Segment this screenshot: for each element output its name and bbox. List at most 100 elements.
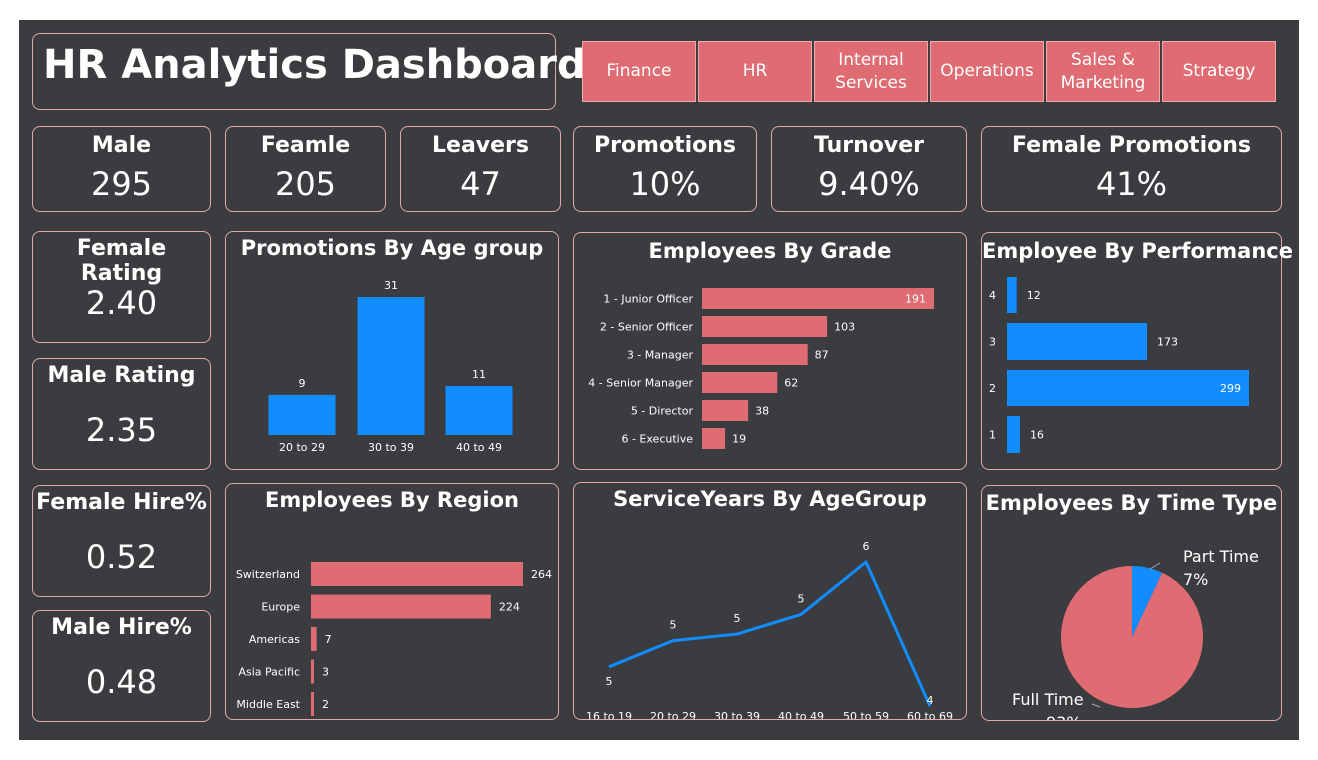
y-tick-label: 6 - Executive	[621, 433, 693, 446]
data-label: 7	[325, 633, 332, 646]
bar	[445, 386, 513, 435]
dept-button-internal-services[interactable]: Internal Services	[814, 41, 928, 102]
chart-card-promotions-by-age: Promotions By Age group 9 20 to 29 31 30 to…	[225, 231, 559, 470]
bar	[1007, 323, 1148, 360]
y-tick-label: 3 - Manager	[627, 349, 694, 362]
y-tick-label: Europe	[261, 601, 300, 614]
chart-card-time-type: Employees By Time Type Part Time 7% Full T…	[981, 485, 1282, 721]
y-tick-label: 4	[989, 289, 996, 302]
data-label: 264	[531, 568, 552, 581]
data-label: 5	[606, 675, 613, 688]
bar	[702, 400, 749, 421]
kpi-value: 9.40%	[818, 165, 920, 203]
kpi-value: 0.52	[85, 538, 158, 576]
dept-button-label: Finance	[606, 61, 672, 82]
bar	[311, 627, 317, 651]
dept-button-label: HR	[742, 61, 768, 82]
x-tick-label: 30 to 39	[368, 441, 414, 454]
kpi-value: 0.48	[85, 663, 158, 701]
kpi-label: Male Hire%	[51, 615, 192, 640]
dept-button-sales-marketing[interactable]: Sales & Marketing	[1046, 41, 1160, 102]
kpi-value: 2.35	[85, 411, 158, 449]
pie-value-label: 93%	[1046, 713, 1082, 720]
kpi-value: 47	[460, 165, 501, 203]
x-tick-label: 20 to 29	[279, 441, 325, 454]
kpi-value: 2.40	[85, 284, 158, 322]
chart-promotions-by-age: 9 20 to 29 31 30 to 39 11 40 to 49	[268, 279, 513, 454]
x-tick-label: 40 to 49	[778, 710, 824, 719]
leader-line	[1149, 562, 1161, 570]
page-title: HR Analytics Dashboard	[43, 42, 586, 88]
data-label: 6	[863, 540, 870, 553]
x-tick-label: 16 to 19	[586, 710, 632, 719]
chart-card-service-years: ServiceYears By AgeGroup 16 to 19 20 to 2…	[573, 482, 967, 720]
kpi-value: 41%	[1095, 165, 1168, 203]
bar	[1007, 370, 1249, 406]
data-label: 3	[322, 666, 329, 679]
chart-employee-by-performance: 4 12 3 173 2 299 1 16	[989, 277, 1249, 453]
dept-button-operations[interactable]: Operations	[930, 41, 1044, 102]
y-tick-label: 2 - Senior Officer	[600, 321, 694, 334]
data-label: 191	[905, 293, 926, 306]
pie-value-label: 7%	[1183, 570, 1208, 589]
dashboard-canvas: HR Analytics Dashboard Finance HR Intern…	[19, 20, 1299, 740]
dept-button-label: Internal Services	[835, 49, 907, 93]
kpi-label: Female Hire%	[36, 490, 207, 515]
bar	[357, 297, 425, 435]
dept-button-label: Strategy	[1182, 61, 1256, 82]
chart-service-years-by-agegroup: 16 to 19 20 to 29 30 to 39 40 to 49 50 to 59…	[586, 540, 953, 719]
dept-button-finance[interactable]: Finance	[582, 41, 696, 102]
data-label: 38	[755, 405, 769, 418]
data-label: 2	[322, 698, 329, 711]
kpi-card-promotions: Promotions 10%	[573, 126, 757, 212]
kpi-value: 205	[274, 165, 337, 203]
kpi-label: Turnover	[814, 133, 924, 158]
data-label: 31	[384, 279, 398, 292]
chart-card-employee-by-performance: Employee By Performance 4 12 3 173 2 299 1 16	[981, 232, 1293, 470]
kpi-label: Male	[91, 133, 152, 158]
chart-employees-by-region: Switzerland 264 Europe 224 Americas 7 Asia Pac…	[236, 562, 552, 716]
kpi-value: 295	[90, 165, 153, 203]
kpi-card-female-hire: Female Hire% 0.52	[32, 485, 211, 597]
bar	[702, 316, 828, 337]
data-label: 173	[1157, 336, 1178, 349]
data-label: 299	[1220, 382, 1241, 395]
y-tick-label: Asia Pacific	[238, 666, 300, 679]
data-label: 5	[734, 612, 741, 625]
kpi-card-male-hire: Male Hire% 0.48	[32, 610, 211, 722]
data-label: 5	[670, 619, 677, 632]
bar	[1007, 277, 1017, 313]
data-label: 11	[472, 368, 486, 381]
y-tick-label: Americas	[249, 633, 300, 646]
title-card: HR Analytics Dashboard	[32, 33, 586, 110]
data-label: 103	[834, 321, 855, 334]
chart-card-employees-by-grade: Employees By Grade 1 - Junior Officer 191…	[573, 232, 967, 470]
dept-button-strategy[interactable]: Strategy	[1162, 41, 1276, 102]
x-tick-label: 50 to 59	[843, 710, 889, 719]
bar	[268, 394, 336, 435]
bar	[702, 428, 726, 449]
kpi-label: Feamle	[260, 133, 351, 158]
x-tick-label: 20 to 29	[650, 710, 696, 719]
bar	[702, 288, 934, 309]
bar	[311, 594, 491, 619]
leader-line	[1091, 703, 1101, 708]
data-label: 4	[927, 694, 934, 707]
pie-slice	[1061, 566, 1203, 708]
bar	[311, 692, 314, 716]
chart-card-employees-by-region: Employees By Region Switzerland 264 Europe…	[225, 483, 559, 720]
kpi-label: Male Rating	[47, 363, 196, 388]
bar	[311, 562, 523, 586]
kpi-card-female-rating: Female Rating 2.40	[32, 231, 211, 343]
pie-label: Part Time	[1183, 547, 1259, 566]
chart-employees-by-grade: 1 - Junior Officer 191 2 - Senior Officer 1…	[588, 288, 934, 449]
kpi-card-leavers: Leavers 47	[400, 126, 561, 212]
data-label: 62	[784, 377, 798, 390]
dept-button-hr[interactable]: HR	[698, 41, 812, 102]
y-tick-label: 2	[989, 382, 996, 395]
chart-employees-by-time-type: Part Time 7% Full Time 93%	[1012, 547, 1259, 720]
y-tick-label: Middle East	[236, 698, 300, 711]
data-label: 16	[1030, 429, 1044, 442]
bar	[311, 659, 314, 684]
x-tick-label: 30 to 39	[714, 710, 760, 719]
